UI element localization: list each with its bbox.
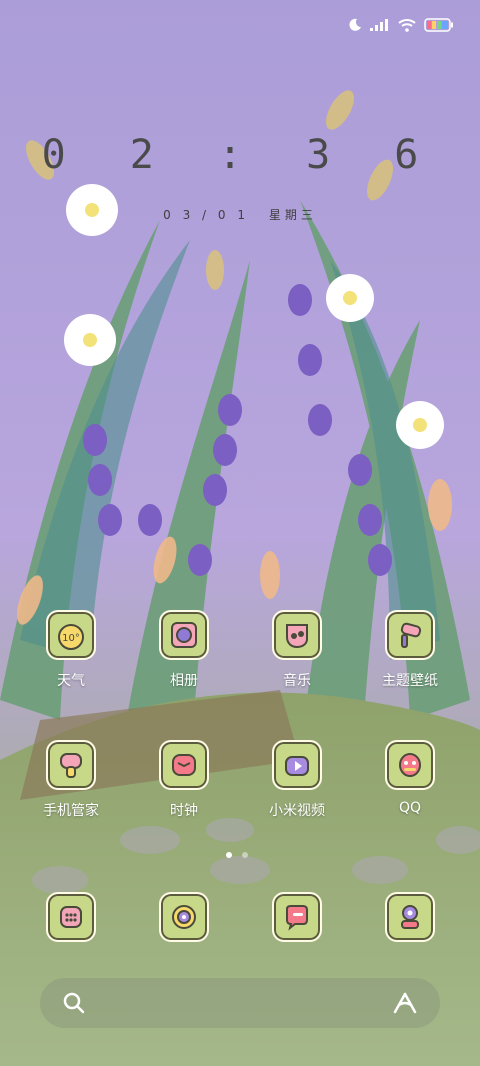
app-label: 相册 <box>170 673 198 689</box>
date-value: 0 3 / 0 1 <box>163 208 249 222</box>
theme-icon <box>385 610 435 660</box>
status-bar <box>348 18 454 32</box>
app-label: 主题壁纸 <box>382 673 438 689</box>
search-icon[interactable] <box>62 991 86 1015</box>
app-gallery[interactable]: 相册 <box>136 610 232 690</box>
messages-icon <box>272 892 322 942</box>
security-icon <box>46 740 96 790</box>
battery-icon <box>424 18 453 32</box>
app-theme[interactable]: 主题壁纸 <box>362 610 458 690</box>
page-dot[interactable] <box>242 852 248 858</box>
app-qq[interactable]: QQ <box>362 740 458 816</box>
phone-icon <box>46 892 96 942</box>
clock-icon <box>159 740 209 790</box>
app-label: QQ <box>398 800 422 816</box>
browser-icon <box>159 892 209 942</box>
app-music[interactable]: 音乐 <box>249 610 345 690</box>
app-video[interactable]: 小米视频 <box>249 740 345 820</box>
moon-icon <box>349 18 361 31</box>
assistant-icon[interactable] <box>392 991 418 1015</box>
dock-camera[interactable] <box>362 892 458 942</box>
camera-icon <box>385 892 435 942</box>
clock-time[interactable]: 0 2 : 3 6 <box>0 132 480 178</box>
svg-text:10°: 10° <box>62 633 80 644</box>
dock-messages[interactable] <box>249 892 345 942</box>
gallery-icon <box>159 610 209 660</box>
global-search-bar[interactable] <box>40 978 440 1028</box>
app-security[interactable]: 手机管家 <box>23 740 119 820</box>
app-clock[interactable]: 时钟 <box>136 740 232 820</box>
app-label: 时钟 <box>170 803 198 819</box>
app-weather[interactable]: 10° 天气 <box>23 610 119 690</box>
dock-phone[interactable] <box>23 892 119 942</box>
app-label: 手机管家 <box>43 803 99 819</box>
music-icon <box>272 610 322 660</box>
weekday: 星期三 <box>268 208 317 222</box>
app-label: 天气 <box>57 673 85 689</box>
clock-date: 0 3 / 0 1 星期三 <box>0 206 480 223</box>
app-label: 小米视频 <box>269 803 325 819</box>
page-dot-active[interactable] <box>226 852 232 858</box>
qq-icon <box>385 740 435 790</box>
weather-icon: 10° <box>46 610 96 660</box>
signal-icon <box>370 19 388 31</box>
wifi-icon <box>398 19 416 32</box>
page-indicator <box>226 852 248 858</box>
video-icon <box>272 740 322 790</box>
dock-browser[interactable] <box>136 892 232 942</box>
app-label: 音乐 <box>283 673 311 689</box>
